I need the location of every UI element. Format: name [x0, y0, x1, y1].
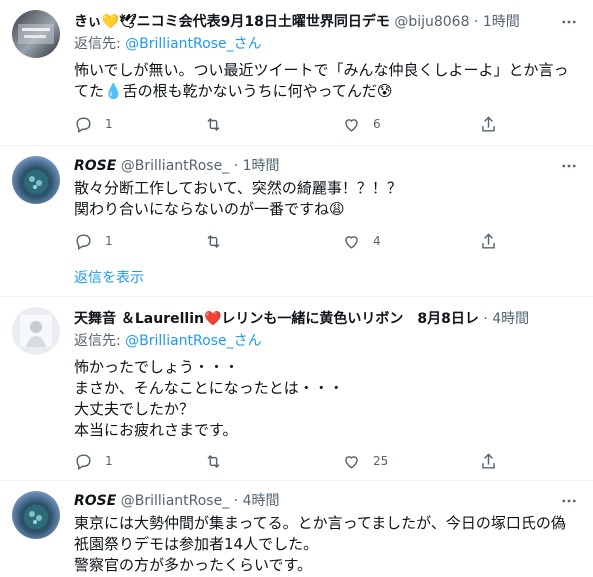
reply-count: 1 — [105, 454, 113, 468]
avatar[interactable] — [12, 10, 60, 58]
tweet-actions: 1 4 — [68, 229, 508, 253]
reply-to-mention[interactable]: @BrilliantRose_さん — [125, 333, 261, 349]
tweet-actions: 1 6 — [68, 112, 508, 136]
retweet-icon — [207, 117, 220, 131]
retweet-button[interactable] — [204, 112, 235, 136]
tweet-text: 東京には大勢仲間が集まってる。とか言ってましたが、今日の塚口氏の偽 祇園祭りデモ… — [74, 513, 581, 576]
tweet-1[interactable]: きぃ💛🕊ニコミ会代表9月18日土曜世界同日デモ @biju8068 · 1時間 … — [0, 0, 593, 145]
tweet-header: きぃ💛🕊ニコミ会代表9月18日土曜世界同日デモ @biju8068 · 1時間 — [74, 12, 553, 32]
avatar[interactable] — [12, 156, 60, 204]
tweet-text-line: 散々分断工作しておいて、突然の綺麗事！？！？ — [74, 179, 402, 197]
separator-dot: · — [233, 493, 239, 509]
reply-count: 1 — [105, 117, 113, 131]
tweet-text-line: 怖いでしが無い。つい最近ツイートで「みんな仲良くしよーよ」とか言っ — [74, 61, 569, 79]
tweet-text-line: 警察官の方が多かったくらいです。 — [74, 556, 313, 574]
reply-icon — [76, 116, 91, 133]
reply-icon — [76, 453, 91, 470]
reply-button[interactable]: 1 — [74, 112, 113, 136]
like-button[interactable]: 4 — [342, 229, 381, 253]
retweet-icon — [207, 234, 220, 248]
tweet-text: 怖かったでしょう・・・ まさか、そんなことになったとは・・・ 大丈夫でしたか？ … — [74, 357, 581, 441]
more-icon[interactable] — [557, 12, 581, 32]
share-button[interactable] — [479, 112, 498, 136]
reply-to-prefix: 返信先: — [74, 36, 126, 52]
tweet-header: ROSE @BrilliantRose_ · 4時間 — [74, 491, 553, 511]
separator-dot: · — [483, 311, 488, 327]
tweet-text-line: てた💧舌の根も乾かないうちに何やってんだ😰 — [74, 82, 393, 100]
user-handle[interactable]: @biju8068 — [394, 14, 469, 30]
tweet-3[interactable]: 天舞音 ＆Laurellin❤️レリンも一緒に黄色いリボン 8月8日レ · 4時… — [0, 297, 593, 480]
share-button[interactable] — [479, 229, 498, 253]
reply-button[interactable]: 1 — [74, 449, 113, 473]
share-icon — [482, 115, 495, 132]
reply-to-line: 返信先: @BrilliantRose_さん — [74, 34, 262, 54]
tweet-2[interactable]: ROSE @BrilliantRose_ · 1時間 散々分断工作しておいて、突… — [0, 146, 593, 296]
show-replies-link[interactable]: 返信を表示 — [74, 268, 144, 288]
like-count: 6 — [373, 117, 381, 131]
reply-count: 1 — [105, 234, 113, 248]
share-icon — [482, 232, 495, 249]
avatar[interactable] — [12, 491, 60, 539]
display-name[interactable]: ROSE — [74, 493, 116, 509]
separator-dot: · — [473, 14, 479, 30]
tweet-text-line: 東京には大勢仲間が集まってる。とか言ってましたが、今日の塚口氏の偽 — [74, 514, 566, 532]
tweet-text-line: 怖かったでしょう・・・ — [74, 358, 240, 376]
timestamp[interactable]: 4時間 — [492, 311, 529, 327]
separator-dot: · — [233, 158, 239, 174]
reply-icon — [76, 233, 91, 250]
like-button[interactable]: 6 — [342, 112, 381, 136]
tweet-4[interactable]: ROSE @BrilliantRose_ · 4時間 東京には大勢仲間が集まって… — [0, 481, 593, 577]
tweet-text-line: 大丈夫でしたか？ — [74, 400, 195, 418]
tweet-text-line: 関わり合いにならないのが一番ですね😩 — [74, 200, 345, 218]
reply-to-mention[interactable]: @BrilliantRose_さん — [125, 36, 261, 52]
tweet-text-line: 本当にお疲れさまです。 — [74, 421, 238, 439]
like-button[interactable]: 25 — [342, 449, 388, 473]
like-icon — [345, 118, 358, 132]
like-icon — [345, 455, 358, 469]
tweet-text: 散々分断工作しておいて、突然の綺麗事！？！？ 関わり合いにならないのが一番ですね… — [74, 178, 581, 220]
like-icon — [345, 235, 358, 249]
display-name[interactable]: きぃ💛🕊ニコミ会代表9月18日土曜世界同日デモ — [74, 14, 390, 30]
retweet-button[interactable] — [204, 449, 235, 473]
retweet-icon — [207, 454, 220, 468]
reply-button[interactable]: 1 — [74, 229, 113, 253]
more-icon[interactable] — [557, 156, 581, 176]
tweet-header: ROSE @BrilliantRose_ · 1時間 — [74, 156, 553, 176]
like-count: 4 — [373, 234, 381, 248]
tweet-actions: 1 25 — [68, 449, 508, 473]
reply-to-prefix: 返信先: — [74, 333, 126, 349]
timestamp[interactable]: 1時間 — [243, 158, 280, 174]
more-icon[interactable] — [557, 491, 581, 511]
display-name[interactable]: 天舞音 ＆Laurellin❤️レリンも一緒に黄色いリボン 8月8日レ — [74, 311, 479, 327]
share-icon — [482, 452, 495, 469]
retweet-button[interactable] — [204, 229, 235, 253]
tweet-text-line: まさか、そんなことになったとは・・・ — [74, 379, 344, 397]
tweet-text: 怖いでしが無い。つい最近ツイートで「みんな仲良くしよーよ」とか言っ てた💧舌の根… — [74, 60, 581, 102]
reply-to-line: 返信先: @BrilliantRose_さん — [74, 331, 262, 351]
timestamp[interactable]: 4時間 — [243, 493, 280, 509]
avatar[interactable] — [12, 307, 60, 355]
user-handle[interactable]: @BrilliantRose_ — [121, 493, 229, 509]
like-count: 25 — [373, 454, 389, 468]
display-name[interactable]: ROSE — [74, 158, 116, 174]
share-button[interactable] — [479, 449, 498, 473]
tweet-header: 天舞音 ＆Laurellin❤️レリンも一緒に黄色いリボン 8月8日レ · 4時… — [74, 309, 581, 329]
tweet-text-line: 祇園祭りデモは参加者14人でした。 — [74, 535, 319, 553]
timestamp[interactable]: 1時間 — [483, 14, 520, 30]
user-handle[interactable]: @BrilliantRose_ — [121, 158, 229, 174]
